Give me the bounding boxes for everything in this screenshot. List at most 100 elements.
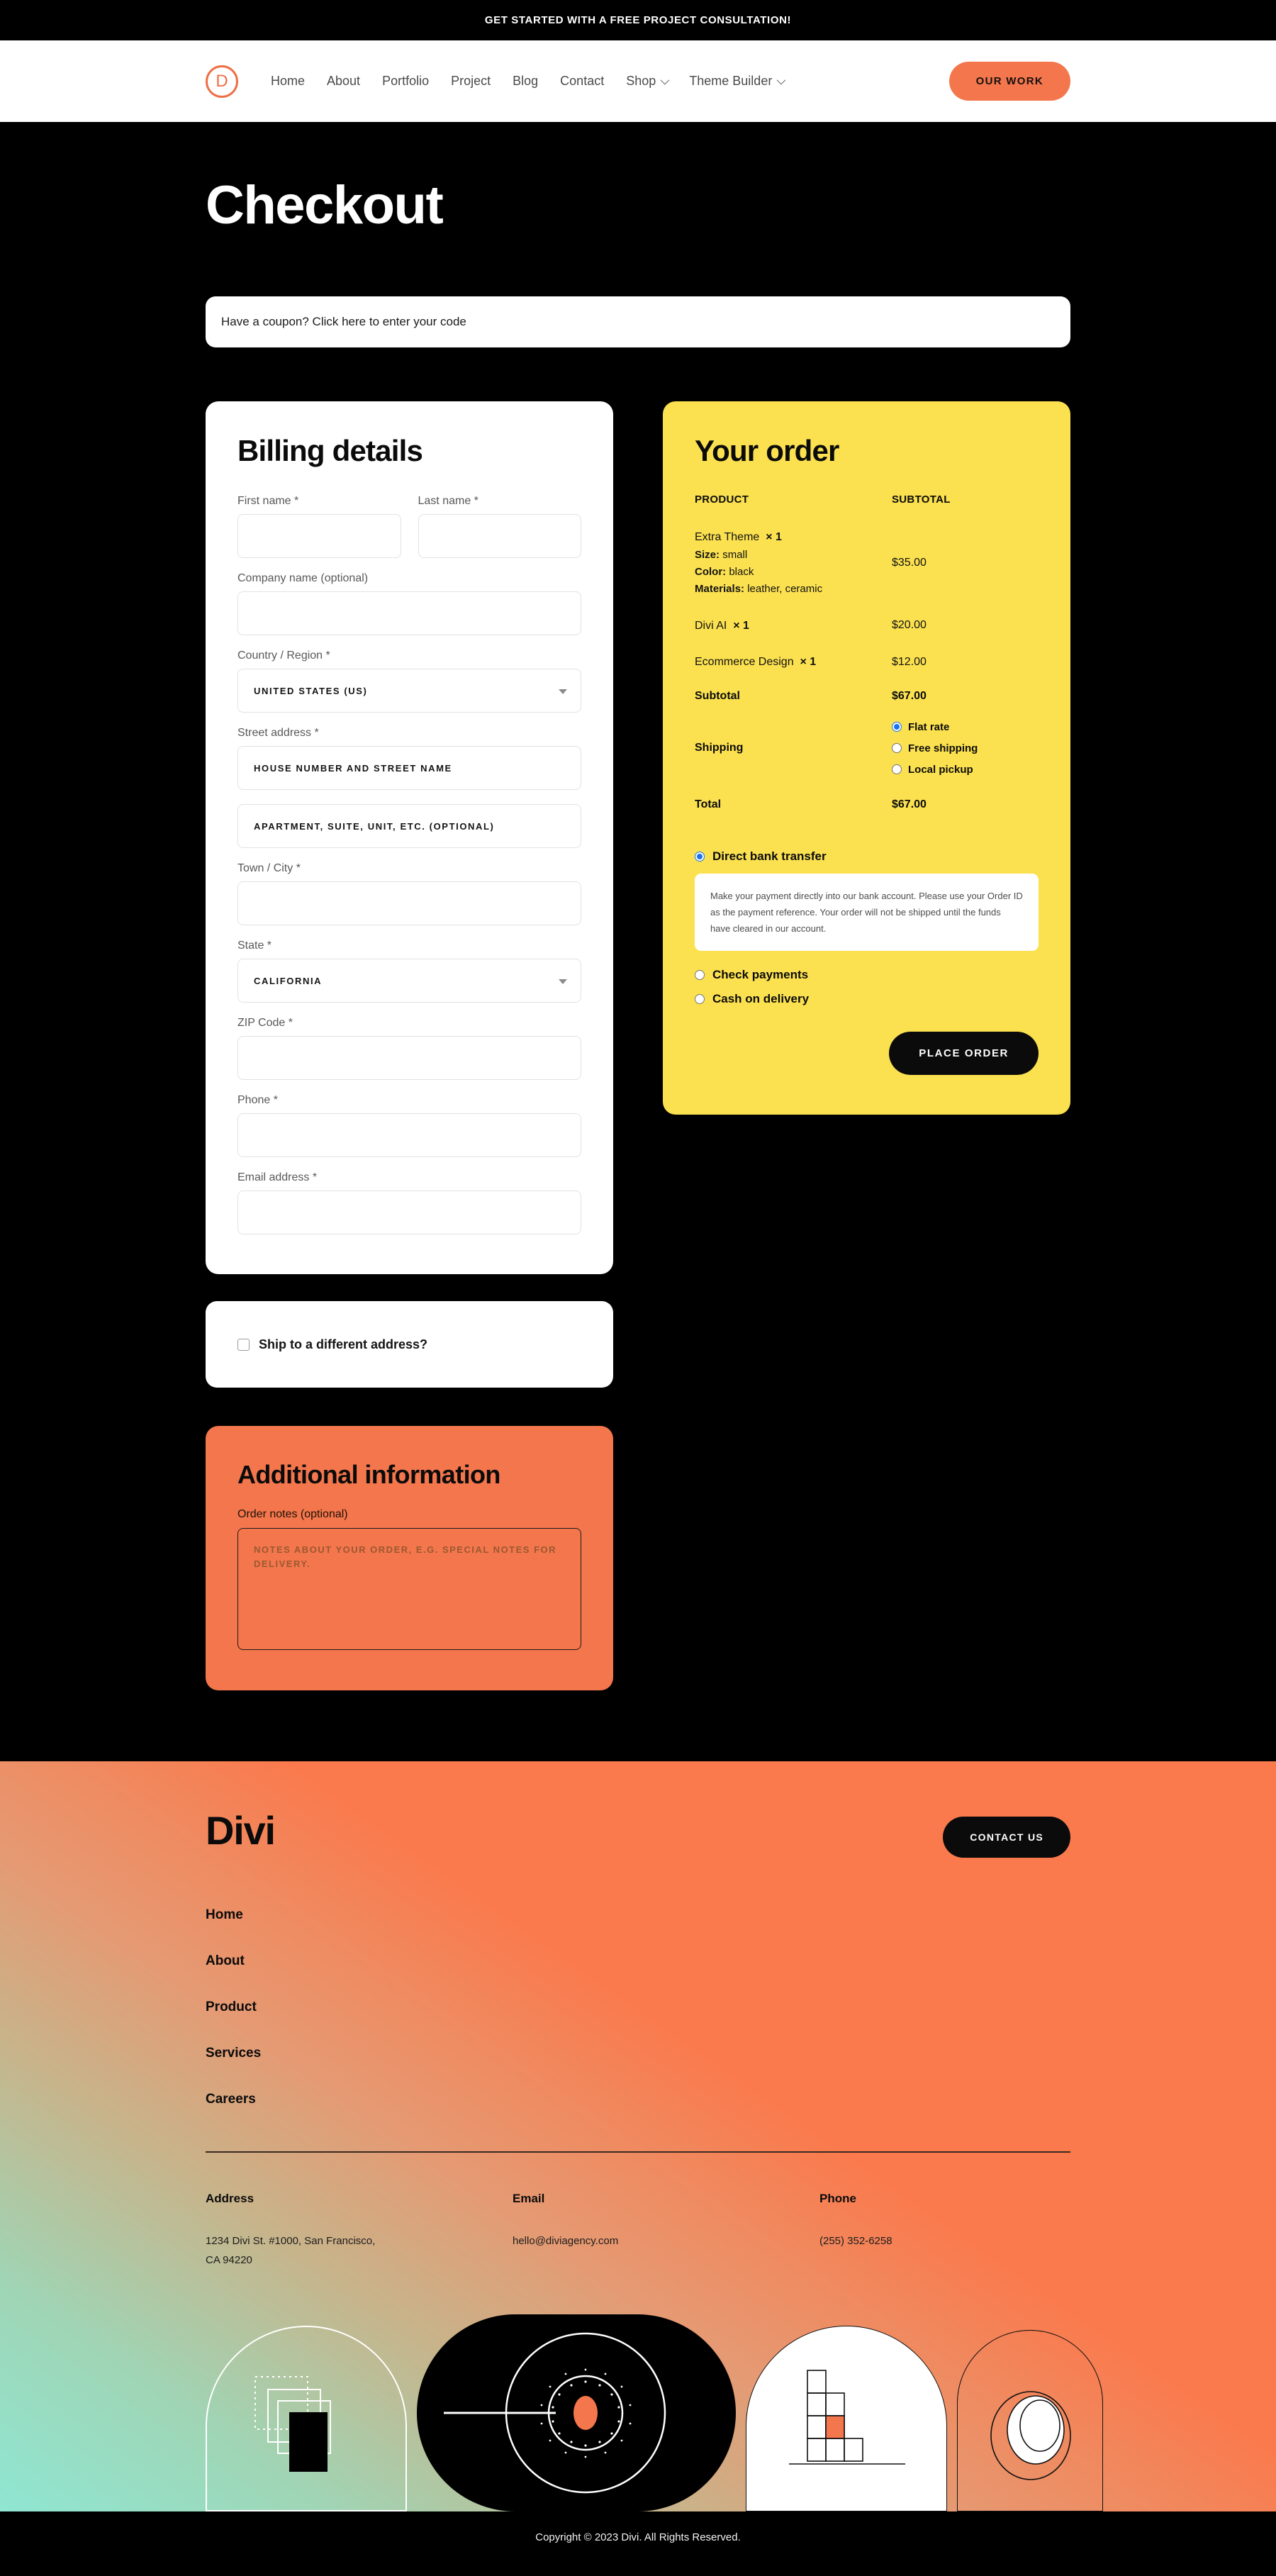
order-item-name: Ecommerce Design xyxy=(695,656,794,669)
footer-nav-services[interactable]: Services xyxy=(206,2046,261,2061)
nav-item-label: About xyxy=(327,74,361,88)
total-value: $67.00 xyxy=(892,798,927,810)
arch-graphic-radial xyxy=(417,2314,736,2512)
arch-graphic-bar-grid xyxy=(746,2326,947,2512)
country-select[interactable]: UNITED STATES (US) xyxy=(237,669,581,713)
shipping-option-free-shipping[interactable]: Free shipping xyxy=(892,742,1039,754)
payment-option-label: Direct bank transfer xyxy=(712,849,827,863)
nav-links: Home About Portfolio Project Blog Contac… xyxy=(271,74,786,89)
page-title: Checkout xyxy=(206,175,444,235)
footer-nav-about[interactable]: About xyxy=(206,1953,245,1969)
radio-icon[interactable] xyxy=(695,970,705,981)
order-line-item: Ecommerce Design × 1 $12.00 xyxy=(695,649,1039,686)
shipping-option-flat-rate[interactable]: Flat rate xyxy=(892,721,1039,733)
nav-item-shop[interactable]: Shop xyxy=(626,74,670,89)
order-item-details: Extra Theme × 1 Size: small Color: black xyxy=(695,528,892,598)
radio-icon[interactable] xyxy=(695,994,705,1005)
phone-field: Phone * xyxy=(237,1094,581,1158)
nav-item-label: Portfolio xyxy=(382,74,430,88)
nav-item-about[interactable]: About xyxy=(327,74,360,89)
meta-value: black xyxy=(729,565,754,578)
subtotal-value: $67.00 xyxy=(892,689,927,702)
street-address-2-input[interactable] xyxy=(237,804,581,849)
payment-option-cash-on-delivery[interactable]: Cash on delivery xyxy=(695,992,1039,1006)
city-input[interactable] xyxy=(237,881,581,926)
last-name-field: Last name * xyxy=(418,495,581,559)
radio-icon[interactable] xyxy=(695,851,705,862)
nav-item-theme-builder[interactable]: Theme Builder xyxy=(689,74,786,89)
order-line-item: Divi AI × 1 $20.00 xyxy=(695,613,1039,649)
order-total-row: Total $67.00 xyxy=(695,794,1039,825)
state-label: State * xyxy=(237,939,272,952)
divi-logo-icon[interactable]: D xyxy=(206,65,238,98)
order-table: PRODUCT SUBTOTAL Extra Theme × 1 Size: s… xyxy=(695,494,1039,825)
email-input[interactable] xyxy=(237,1191,581,1235)
footer-nav-product[interactable]: Product xyxy=(206,2000,257,2015)
nav-item-blog[interactable]: Blog xyxy=(513,74,538,89)
column-header-subtotal: SUBTOTAL xyxy=(892,494,951,506)
last-name-input[interactable] xyxy=(418,514,581,559)
site-footer: Divi CONTACT US Home About Product Servi… xyxy=(0,1761,1276,2512)
phone-input[interactable] xyxy=(237,1113,581,1158)
footer-email-text[interactable]: hello@diviagency.com xyxy=(513,2231,697,2251)
order-item-price: $35.00 xyxy=(892,557,927,569)
nav-item-home[interactable]: Home xyxy=(271,74,305,89)
nav-item-project[interactable]: Project xyxy=(451,74,491,89)
checkout-right-column: Your order PRODUCT SUBTOTAL Extra Theme … xyxy=(663,401,1070,1115)
radio-icon[interactable] xyxy=(892,764,902,775)
checkout-left-column: Billing details First name * Last name *… xyxy=(206,401,613,1691)
company-input[interactable] xyxy=(237,591,581,636)
shipping-label: Shipping xyxy=(695,742,744,754)
email-field: Email address * xyxy=(237,1171,581,1235)
footer-column-address: Address 1234 Divi St. #1000, San Francis… xyxy=(206,2192,513,2271)
payment-methods: Direct bank transfer Make your payment d… xyxy=(695,849,1039,1006)
country-label: Country / Region * xyxy=(237,649,330,662)
footer-column-phone: Phone (255) 352-6258 xyxy=(819,2192,1126,2271)
order-item-meta-size: Size: small xyxy=(695,547,892,564)
column-header-product: PRODUCT xyxy=(695,494,749,506)
footer-address-text: 1234 Divi St. #1000, San Francisco, CA 9… xyxy=(206,2234,376,2267)
place-order-wrap: PLACE ORDER xyxy=(695,1032,1039,1076)
order-notes-label: Order notes (optional) xyxy=(237,1508,348,1521)
footer-column-title: Email xyxy=(513,2191,545,2205)
footer-phone-text[interactable]: (255) 352-6258 xyxy=(819,2231,1004,2251)
our-work-button[interactable]: OUR WORK xyxy=(948,62,1070,101)
ship-different-checkbox[interactable] xyxy=(237,1338,250,1351)
street-address-input[interactable] xyxy=(237,746,581,791)
order-item-qty: × 1 xyxy=(800,656,817,669)
state-select[interactable]: CALIFORNIA xyxy=(237,959,581,1003)
zip-field: ZIP Code * xyxy=(237,1017,581,1081)
order-title: Your order xyxy=(695,434,839,467)
nav-item-contact[interactable]: Contact xyxy=(560,74,604,89)
zip-input[interactable] xyxy=(237,1036,581,1081)
last-name-label: Last name * xyxy=(418,495,478,508)
place-order-button[interactable]: PLACE ORDER xyxy=(889,1032,1039,1076)
contact-us-button[interactable]: CONTACT US xyxy=(943,1817,1070,1858)
footer-nav-home[interactable]: Home xyxy=(206,1907,243,1923)
nav-item-portfolio[interactable]: Portfolio xyxy=(382,74,429,89)
meta-key: Color: xyxy=(695,565,727,578)
nested-squares-icon xyxy=(254,2376,331,2472)
radial-target-icon xyxy=(444,2332,666,2494)
order-item-qty: × 1 xyxy=(766,531,782,544)
radio-icon[interactable] xyxy=(892,722,902,732)
shipping-option-label: Free shipping xyxy=(908,742,978,754)
footer-contact-columns: Address 1234 Divi St. #1000, San Francis… xyxy=(206,2192,1070,2271)
first-name-label: First name * xyxy=(237,495,299,508)
ship-different-address-card[interactable]: Ship to a different address? xyxy=(206,1301,613,1388)
order-notes-textarea[interactable] xyxy=(237,1528,581,1651)
footer-nav-careers[interactable]: Careers xyxy=(206,2092,256,2107)
state-select-wrap: CALIFORNIA xyxy=(237,959,581,1003)
nav-item-label: Home xyxy=(271,74,306,88)
coupon-toggle[interactable]: Have a coupon? Click here to enter your … xyxy=(206,296,1070,347)
bank-transfer-description: Make your payment directly into our bank… xyxy=(695,873,1039,952)
first-name-input[interactable] xyxy=(237,514,401,559)
country-field: Country / Region * UNITED STATES (US) xyxy=(237,649,581,713)
payment-option-check-payments[interactable]: Check payments xyxy=(695,968,1039,982)
footer-brand: Divi xyxy=(206,1808,276,1853)
shipping-option-local-pickup[interactable]: Local pickup xyxy=(892,764,1039,776)
order-item-meta-color: Color: black xyxy=(695,564,892,581)
footer-column-email: Email hello@diviagency.com xyxy=(513,2192,819,2271)
radio-icon[interactable] xyxy=(892,743,902,754)
payment-option-direct-bank-transfer[interactable]: Direct bank transfer xyxy=(695,849,1039,864)
